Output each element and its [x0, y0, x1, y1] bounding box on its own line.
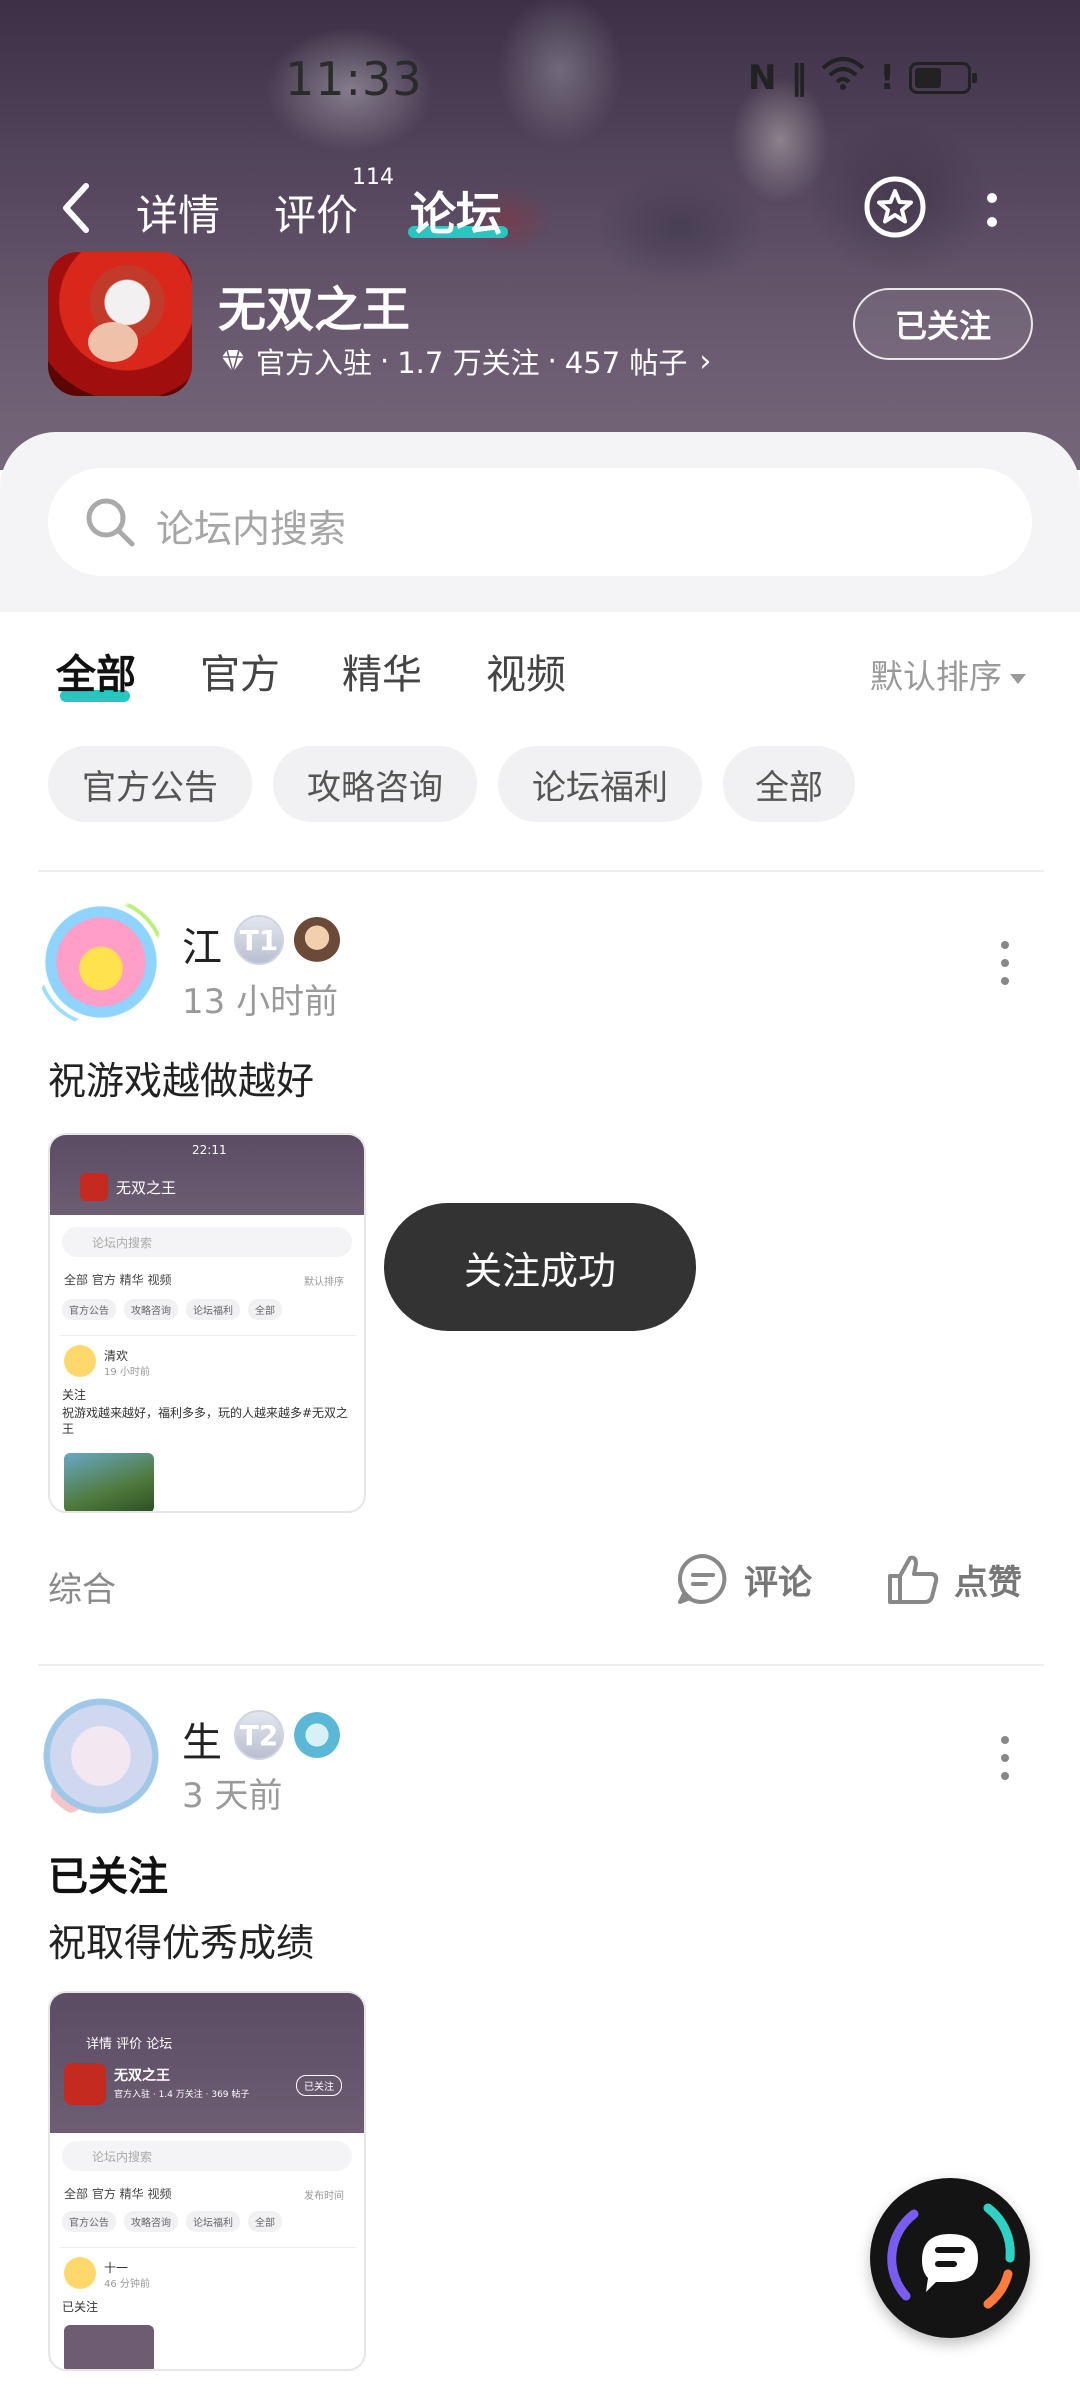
comment-label: 评论 [744, 1562, 812, 1603]
chip-all[interactable]: 全部 [723, 746, 855, 822]
tab-all[interactable]: 全部 [56, 642, 136, 700]
game-title: 无双之王 [218, 282, 411, 338]
back-icon[interactable] [58, 180, 98, 240]
sort-label: 默认排序 [870, 657, 1002, 696]
tab-reviews[interactable]: 评价 [274, 182, 358, 243]
level-badge: T1 [234, 915, 284, 965]
sort-dropdown[interactable]: 默认排序 [870, 650, 1026, 698]
top-nav: 详情 评价 114 论坛 [0, 165, 1080, 250]
comment-button[interactable]: 评论 [674, 1550, 812, 1608]
medal-icon [294, 917, 340, 963]
post-more-icon[interactable] [999, 938, 1011, 988]
thumbs-up-icon [888, 1555, 939, 1604]
status-icons: N ‖ ! [748, 56, 977, 99]
followers-count: 1.7 万关注 [397, 346, 540, 380]
post-image[interactable]: 22:11 无双之王 论坛内搜索 全部 官方 精华 视频 默认排序 官方公告 攻略… [48, 1133, 366, 1513]
chip-forum-benefits[interactable]: 论坛福利 [498, 746, 702, 822]
comment-icon [677, 1553, 727, 1604]
posts-count: 457 帖子 [564, 346, 688, 380]
category-tabs: 全部 官方 精华 视频 默认排序 [0, 612, 1080, 732]
nfc-icon: N [748, 57, 777, 98]
follow-button[interactable]: 已关注 [853, 288, 1033, 360]
caret-down-icon [1010, 673, 1026, 684]
chat-fab-button[interactable] [870, 2178, 1030, 2338]
post-username[interactable]: 江 [182, 915, 222, 973]
level-badge: T2 [234, 1710, 284, 1760]
post-title[interactable]: 已关注 [48, 1844, 168, 1902]
divider [38, 870, 1044, 872]
post-text[interactable]: 祝取得优秀成绩 [48, 1912, 314, 1967]
tab-official[interactable]: 官方 [200, 642, 280, 700]
star-icon[interactable] [862, 174, 928, 240]
post-more-icon[interactable] [999, 1733, 1011, 1783]
vibrate-icon: ‖ [790, 57, 808, 98]
medal-icon [294, 1712, 340, 1758]
tab-video[interactable]: 视频 [486, 642, 566, 700]
wifi-icon [821, 56, 865, 99]
game-meta[interactable]: 官方入驻 · 1.7 万关注 · 457 帖子 › [218, 340, 711, 382]
post-text[interactable]: 祝游戏越做越好 [48, 1050, 314, 1105]
post-time: 13 小时前 [182, 982, 339, 1022]
tab-featured[interactable]: 精华 [342, 642, 422, 700]
avatar[interactable] [36, 1691, 166, 1821]
search-placeholder: 论坛内搜索 [156, 507, 347, 551]
chip-official-notice[interactable]: 官方公告 [48, 746, 252, 822]
toast-message: 关注成功 [384, 1203, 696, 1331]
chevron-right-icon: › [699, 343, 712, 379]
post-image[interactable]: 详情 评价 论坛 无双之王 官方入驻 · 1.4 万关注 · 369 帖子 已关… [48, 1991, 366, 2371]
post-time: 3 天前 [182, 1776, 283, 1816]
battery-icon [908, 61, 977, 94]
chip-guide-consult[interactable]: 攻略咨询 [273, 746, 477, 822]
alert-icon: ! [879, 57, 895, 98]
avatar[interactable] [36, 897, 166, 1027]
tab-details[interactable]: 详情 [136, 182, 220, 243]
tab-forum[interactable]: 论坛 [410, 178, 502, 244]
chat-bubble-icon [887, 2203, 1015, 2309]
verified-diamond-icon [222, 349, 244, 373]
search-icon [86, 498, 135, 547]
search-input[interactable]: 论坛内搜索 [48, 468, 1032, 576]
like-label: 点赞 [954, 1562, 1022, 1603]
game-header: 11:33 N ‖ ! 详情 评价 114 论坛 无双之王 官方入驻 · 1.7… [0, 0, 1080, 470]
like-button[interactable]: 点赞 [884, 1550, 1022, 1608]
post-username[interactable]: 生 [182, 1710, 222, 1768]
reviews-count-badge: 114 [352, 165, 394, 190]
divider [38, 1664, 1044, 1666]
post-tag[interactable]: 综合 [48, 1562, 116, 1611]
game-icon [48, 252, 192, 396]
official-label: 官方入驻 [256, 346, 373, 380]
status-time: 11:33 [285, 52, 423, 106]
more-options-icon[interactable] [980, 186, 1004, 236]
